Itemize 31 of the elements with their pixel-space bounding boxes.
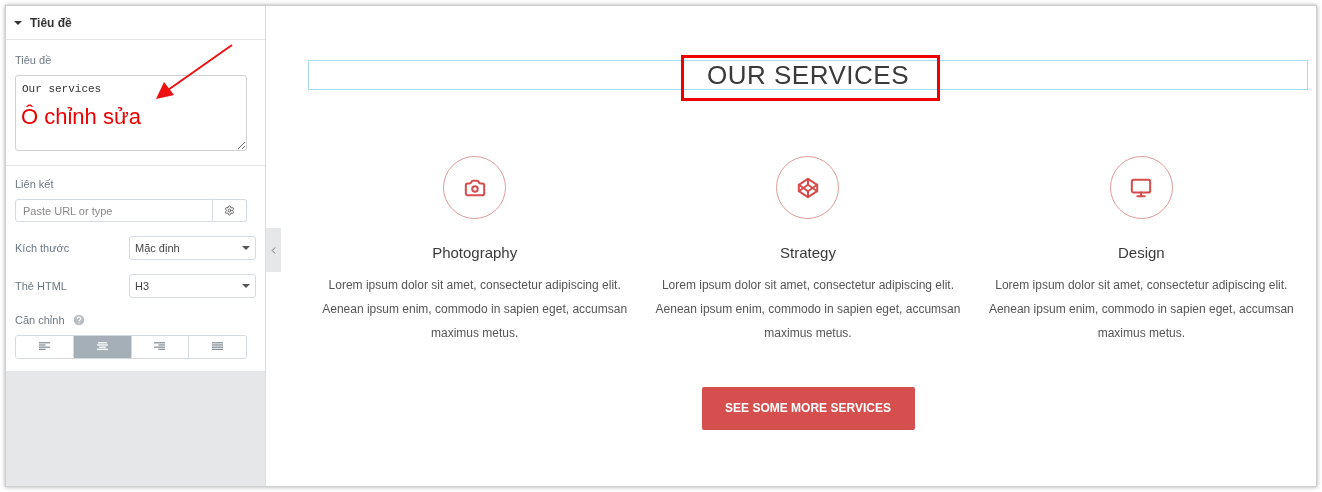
field-label: Kích thước	[15, 240, 70, 256]
url-input[interactable]: Paste URL or type	[15, 199, 213, 222]
align-justify-icon	[212, 342, 224, 351]
section-title: Tiêu đề	[30, 14, 72, 32]
monitor-icon	[1130, 176, 1153, 199]
collapse-handle[interactable]	[266, 228, 281, 272]
more-services-button[interactable]: SEE SOME MORE SERVICES	[701, 386, 915, 430]
caret-icon[interactable]	[14, 20, 22, 25]
cube-icon	[797, 176, 819, 199]
service-description: Lorem ipsum dolor sit amet, consectetur adipiscing elit. Aenean ipsum enim, commodo in sapien eget, accumsan maximus metus.	[654, 276, 962, 342]
field-label: Tiêu đề	[15, 53, 53, 68]
align-button[interactable]	[72, 335, 131, 358]
help-icon[interactable]	[71, 313, 86, 328]
align-button[interactable]	[188, 335, 246, 358]
service-title: Photography	[432, 243, 518, 263]
align-center-icon	[96, 342, 108, 351]
select-field[interactable]: Mặc định	[129, 236, 256, 260]
settings-icon	[224, 205, 235, 216]
select-field[interactable]: H3	[129, 274, 256, 298]
align-right-icon	[154, 342, 166, 351]
field-label: Căn chỉnh	[15, 313, 65, 328]
field-label: Liên kết	[15, 176, 55, 192]
service-title: Design	[1117, 243, 1165, 263]
align-left-icon	[38, 342, 50, 351]
annotation-label: Ô chỉnh sửa	[21, 106, 141, 128]
service-title: Strategy	[780, 243, 836, 263]
field-label: Thẻ HTML	[15, 278, 67, 294]
service-description: Lorem ipsum dolor sit amet, consectetur adipiscing elit. Aenean ipsum enim, commodo in sapien eget, accumsan maximus metus.	[987, 276, 1295, 342]
service-description: Lorem ipsum dolor sit amet, consectetur adipiscing elit. Aenean ipsum enim, commodo in sapien eget, accumsan maximus metus.	[321, 276, 629, 342]
section-heading: OUR SERVICES	[707, 62, 909, 88]
settings-button[interactable]	[213, 199, 247, 222]
